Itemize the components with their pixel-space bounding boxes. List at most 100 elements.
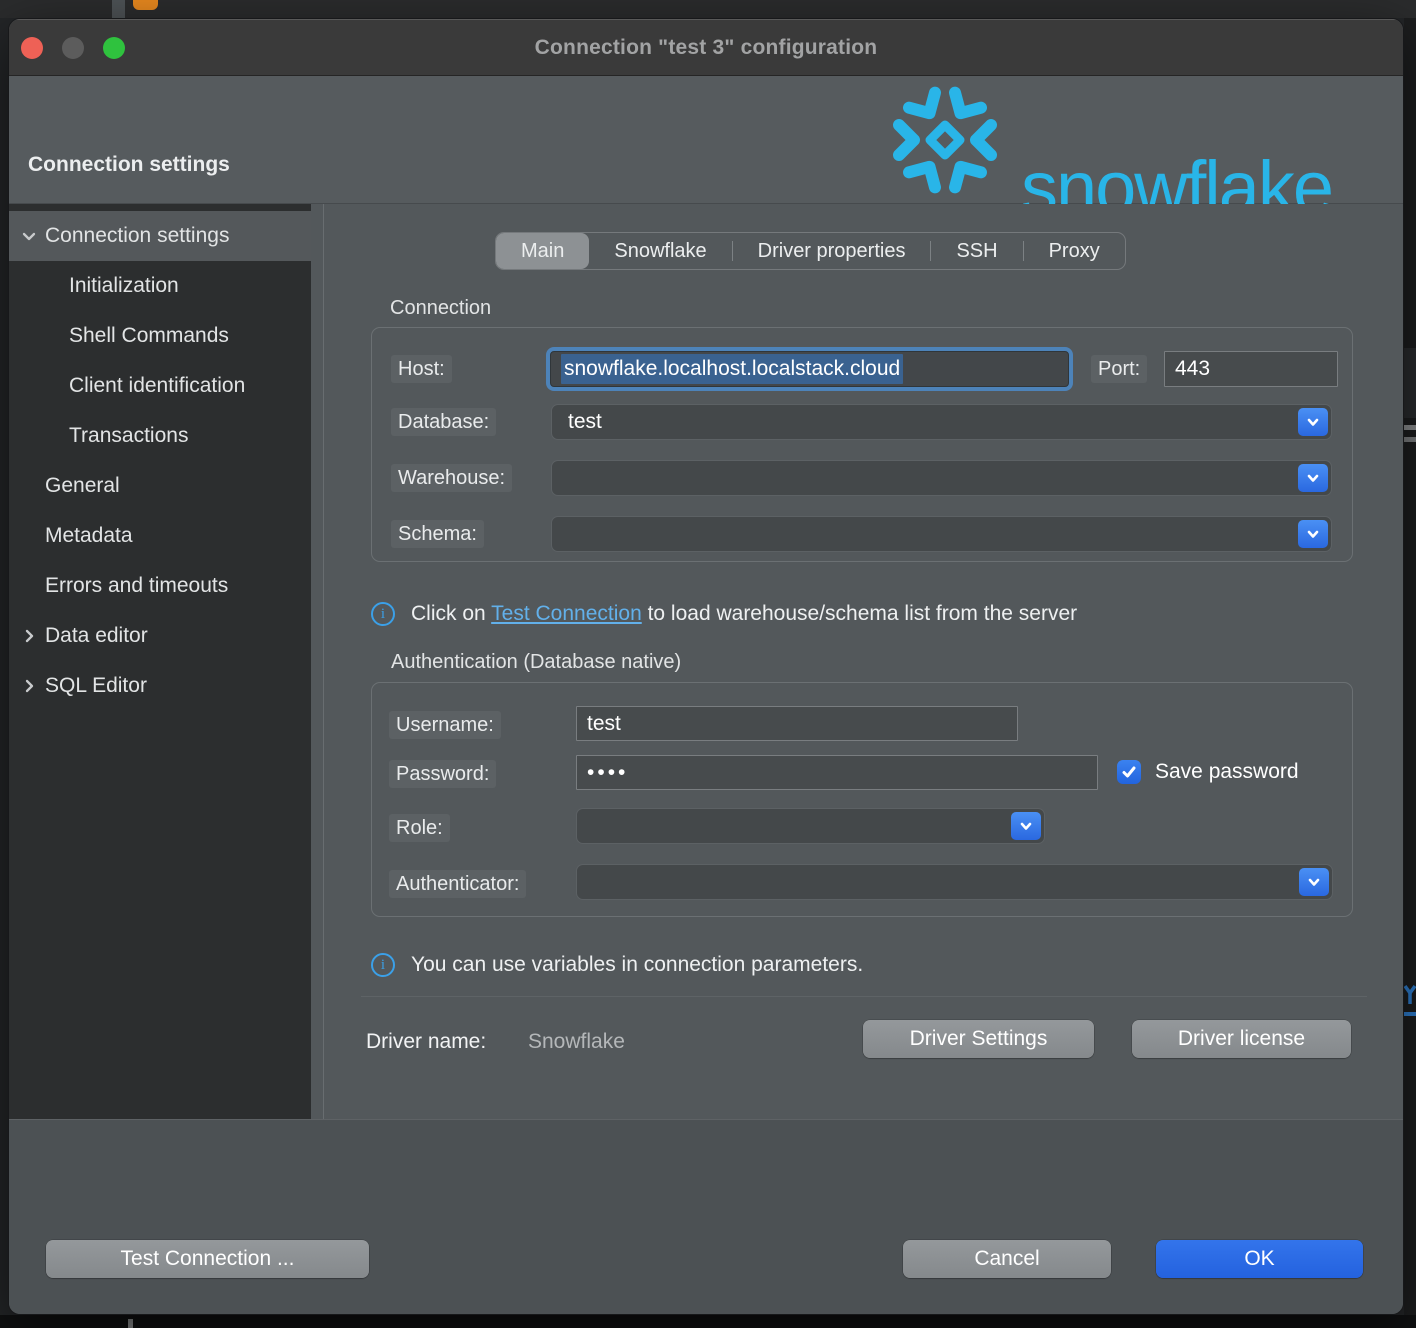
host-label: Host:	[391, 355, 452, 383]
tab-main[interactable]: Main	[496, 233, 589, 269]
chevron-down-icon	[1305, 526, 1321, 542]
sidebar-item-metadata[interactable]: Metadata	[9, 511, 311, 561]
zoom-window-button[interactable]	[103, 37, 125, 59]
chevron-down-icon[interactable]	[17, 224, 41, 248]
database-combobox-value: test	[568, 410, 602, 434]
sidebar-item-initialization[interactable]: Initialization	[9, 261, 311, 311]
sidebar-item-transactions[interactable]: Transactions	[9, 411, 311, 461]
warehouse-label: Warehouse:	[391, 464, 512, 492]
sidebar-content-divider	[323, 204, 324, 1119]
test-connection-hint: i Click on Test Connection to load wareh…	[371, 602, 1077, 626]
driver-name-label: Driver name:	[366, 1030, 486, 1054]
info-icon: i	[371, 602, 395, 626]
tab-driver-properties[interactable]: Driver properties	[733, 233, 931, 269]
password-input[interactable]: ••••	[576, 755, 1098, 790]
host-input-selected-text: snowflake.localhost.localstack.cloud	[561, 354, 903, 384]
sidebar-item-data-editor[interactable]: Data editor	[9, 611, 311, 661]
page-title: Connection settings	[28, 153, 230, 177]
test-connection-link[interactable]: Test Connection	[491, 602, 642, 625]
background-artifact	[1404, 437, 1416, 442]
schema-dropdown-button[interactable]	[1298, 520, 1328, 548]
driver-settings-button[interactable]: Driver Settings	[863, 1020, 1094, 1058]
desktop-background-top	[0, 0, 1416, 18]
tab-proxy[interactable]: Proxy	[1024, 233, 1125, 269]
background-artifact	[1404, 425, 1416, 430]
database-dropdown-button[interactable]	[1298, 408, 1328, 436]
background-app-icon	[133, 0, 158, 10]
port-input[interactable]: 443	[1164, 351, 1338, 387]
database-label: Database:	[391, 408, 496, 436]
sidebar-item-label: Metadata	[45, 524, 133, 548]
authenticator-label: Authenticator:	[389, 870, 526, 898]
password-input-value: ••••	[587, 761, 628, 785]
tab-snowflake[interactable]: Snowflake	[589, 233, 731, 269]
background-artifact	[128, 1319, 133, 1328]
username-input-value: test	[587, 712, 621, 736]
username-label: Username:	[389, 711, 501, 739]
desktop-background-right	[1404, 18, 1416, 1315]
sidebar-item-label: Client identification	[69, 374, 245, 398]
chevron-down-icon	[1306, 874, 1322, 890]
warehouse-combobox[interactable]	[551, 460, 1332, 496]
role-label: Role:	[389, 814, 450, 842]
tab-label: Snowflake	[614, 240, 706, 263]
settings-tree-sidebar: Connection settings Initialization Shell…	[9, 204, 311, 1119]
schema-combobox[interactable]	[551, 516, 1332, 552]
dialog-title: Connection "test 3" configuration	[535, 36, 878, 60]
save-password-label[interactable]: Save password	[1155, 760, 1299, 784]
background-artifact	[1404, 348, 1416, 418]
role-dropdown-button[interactable]	[1011, 812, 1041, 840]
sidebar-item-label: Shell Commands	[69, 324, 229, 348]
driver-name-value: Snowflake	[528, 1030, 625, 1054]
authenticator-dropdown-button[interactable]	[1299, 868, 1329, 896]
close-window-button[interactable]	[21, 37, 43, 59]
role-combobox[interactable]	[576, 808, 1045, 844]
minimize-window-button[interactable]	[62, 37, 84, 59]
port-input-value: 443	[1175, 357, 1210, 381]
tab-ssh[interactable]: SSH	[931, 233, 1022, 269]
warehouse-dropdown-button[interactable]	[1298, 464, 1328, 492]
driver-license-button[interactable]: Driver license	[1132, 1020, 1351, 1058]
hint-prefix: Click on	[411, 602, 491, 625]
username-input[interactable]: test	[576, 706, 1018, 741]
sidebar-item-label: Initialization	[69, 274, 179, 298]
test-connection-button[interactable]: Test Connection ...	[46, 1240, 369, 1278]
chevron-down-icon	[1305, 414, 1321, 430]
sidebar-item-label: SQL Editor	[45, 674, 147, 698]
authentication-group-title: Authentication (Database native)	[391, 651, 681, 674]
checkmark-icon	[1120, 763, 1138, 781]
sidebar-item-shell-commands[interactable]: Shell Commands	[9, 311, 311, 361]
dialog-footer	[9, 1119, 1403, 1315]
sidebar-item-label: General	[45, 474, 120, 498]
sidebar-item-label: Data editor	[45, 624, 148, 648]
chevron-right-icon[interactable]	[17, 624, 41, 648]
snowflake-logo-icon	[885, 77, 1005, 203]
chevron-down-icon	[1018, 818, 1034, 834]
cancel-button[interactable]: Cancel	[903, 1240, 1111, 1278]
authenticator-combobox[interactable]	[576, 864, 1333, 900]
schema-label: Schema:	[391, 520, 484, 548]
connection-group-title: Connection	[390, 297, 491, 320]
variables-hint: i You can use variables in connection pa…	[371, 953, 863, 977]
hint-suffix: to load warehouse/schema list from the s…	[642, 602, 1077, 625]
tab-label: SSH	[956, 240, 997, 263]
dialog-titlebar[interactable]: Connection "test 3" configuration	[9, 19, 1403, 76]
chevron-down-icon	[1305, 470, 1321, 486]
save-password-checkbox[interactable]	[1117, 760, 1141, 784]
port-label: Port:	[1091, 355, 1147, 383]
hint-text: Click on Test Connection to load warehou…	[411, 602, 1077, 626]
sidebar-item-sql-editor[interactable]: SQL Editor	[9, 661, 311, 711]
sidebar-item-general[interactable]: General	[9, 461, 311, 511]
sidebar-item-client-identification[interactable]: Client identification	[9, 361, 311, 411]
connection-configuration-dialog: Connection "test 3" configuration Connec…	[8, 18, 1404, 1315]
host-input[interactable]: snowflake.localhost.localstack.cloud	[550, 351, 1069, 387]
ok-button[interactable]: OK	[1156, 1240, 1363, 1278]
chevron-right-icon[interactable]	[17, 674, 41, 698]
hint-text: You can use variables in connection para…	[411, 953, 863, 977]
database-combobox[interactable]: test	[551, 404, 1332, 440]
tab-label: Main	[521, 240, 564, 263]
password-label: Password:	[389, 760, 496, 788]
sidebar-item-connection-settings[interactable]: Connection settings	[9, 211, 311, 261]
info-icon: i	[371, 953, 395, 977]
sidebar-item-errors-and-timeouts[interactable]: Errors and timeouts	[9, 561, 311, 611]
